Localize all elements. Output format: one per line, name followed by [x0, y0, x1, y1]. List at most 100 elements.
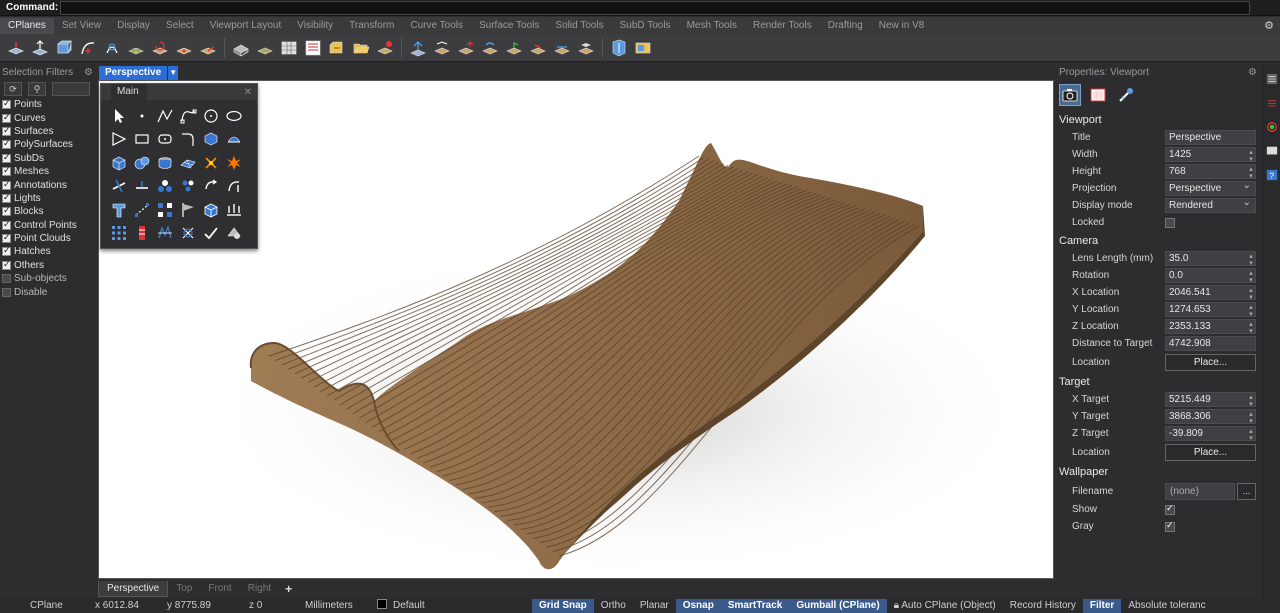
- cplane-world-top-icon[interactable]: [6, 38, 26, 58]
- rectangle-icon[interactable]: [130, 128, 153, 152]
- tab-mesh-tools[interactable]: Mesh Tools: [679, 18, 745, 34]
- layer-status[interactable]: Default: [370, 599, 532, 613]
- flag-icon[interactable]: [176, 198, 199, 222]
- show-checkbox[interactable]: [1165, 503, 1175, 515]
- curve-control-points-icon[interactable]: [176, 104, 199, 128]
- cplane-status[interactable]: CPlane: [0, 599, 88, 613]
- osnap-toggle[interactable]: Osnap: [675, 599, 721, 613]
- checkbox[interactable]: [2, 138, 11, 150]
- cplane-layout-icon[interactable]: [633, 38, 653, 58]
- cplane-origin-icon[interactable]: [174, 38, 194, 58]
- cplane-left-icon[interactable]: [576, 38, 596, 58]
- planar-toggle[interactable]: Planar: [633, 599, 676, 613]
- layer-stack-icon[interactable]: [130, 222, 153, 246]
- cplane-curve-icon[interactable]: [78, 38, 98, 58]
- select-arrow-icon[interactable]: [107, 104, 130, 128]
- tab-visibility[interactable]: Visibility: [289, 18, 341, 34]
- filter-disable[interactable]: Disable: [0, 285, 97, 298]
- cplane-table-icon[interactable]: [279, 38, 299, 58]
- array-icon[interactable]: [130, 198, 153, 222]
- record-history-toggle[interactable]: Record History: [1003, 599, 1083, 613]
- polygon-icon[interactable]: [107, 128, 130, 152]
- viewport-tab-perspective[interactable]: Perspective: [98, 581, 169, 597]
- checkbox[interactable]: [2, 287, 11, 297]
- viewport-tab-right[interactable]: Right: [240, 581, 279, 597]
- sphere-icon[interactable]: [130, 151, 153, 175]
- join-icon[interactable]: [153, 175, 176, 199]
- tab-solid-tools[interactable]: Solid Tools: [547, 18, 611, 34]
- layers-panel-icon[interactable]: [1265, 96, 1279, 110]
- filter-surfaces[interactable]: Surfaces: [0, 125, 97, 138]
- boolean-icon[interactable]: [153, 151, 176, 175]
- gear-icon[interactable]: ⚙: [1264, 19, 1274, 32]
- auto-cplane-toggle[interactable]: 🔒︎ Auto CPlane (Object): [887, 599, 1003, 613]
- projection-select[interactable]: Perspective: [1165, 179, 1256, 196]
- x-target-field[interactable]: 5215.449: [1165, 392, 1256, 407]
- target-place-button[interactable]: Place...: [1165, 443, 1256, 461]
- filter-lights[interactable]: Lights: [0, 192, 97, 205]
- filter-annotations[interactable]: Annotations: [0, 178, 97, 191]
- add-viewport-tab-icon[interactable]: +: [279, 582, 298, 596]
- cplane-bottom-icon[interactable]: [609, 38, 629, 58]
- cplane-to-object-icon[interactable]: [408, 38, 428, 58]
- properties-panel-icon[interactable]: [1265, 72, 1279, 86]
- tab-surface-tools[interactable]: Surface Tools: [471, 18, 547, 34]
- polyline-icon[interactable]: [153, 104, 176, 128]
- z-location-field[interactable]: 2353.133: [1165, 319, 1256, 334]
- render-icon[interactable]: [1115, 84, 1137, 106]
- cplane-3point-icon[interactable]: [126, 38, 146, 58]
- gear-icon[interactable]: ⚙: [84, 67, 93, 78]
- cplane-back-icon[interactable]: [552, 38, 572, 58]
- tab-transform[interactable]: Transform: [341, 18, 402, 34]
- filter-points[interactable]: Points: [0, 98, 97, 111]
- check-icon[interactable]: [199, 222, 222, 246]
- tab-display[interactable]: Display: [109, 18, 158, 34]
- grid-points-icon[interactable]: [107, 222, 130, 246]
- cplane-rotate-icon[interactable]: [150, 38, 170, 58]
- camera-icon[interactable]: [1059, 84, 1081, 106]
- dimension-icon[interactable]: [107, 198, 130, 222]
- gumball-toggle[interactable]: Gumball (CPlane): [789, 599, 887, 613]
- array-grid-icon[interactable]: [153, 198, 176, 222]
- point-icon[interactable]: [130, 104, 153, 128]
- browse-button[interactable]: ...: [1237, 482, 1256, 500]
- extrude-surface-icon[interactable]: [222, 128, 245, 152]
- rotation-field[interactable]: 0.0: [1165, 268, 1256, 283]
- width-field[interactable]: 1425: [1165, 147, 1256, 162]
- cplane-view-icon[interactable]: [231, 38, 251, 58]
- trim-icon[interactable]: [107, 175, 130, 199]
- checkbox[interactable]: [2, 232, 11, 244]
- height-field[interactable]: 768: [1165, 164, 1256, 179]
- filter-meshes[interactable]: Meshes: [0, 165, 97, 178]
- save-cplane-icon[interactable]: [327, 38, 347, 58]
- checkbox[interactable]: [2, 125, 11, 136]
- filter-hatches[interactable]: Hatches: [0, 245, 97, 258]
- distance-to-target-field[interactable]: 4742.908: [1165, 336, 1256, 351]
- analyze-icon[interactable]: [222, 222, 245, 246]
- cplane-elevation-icon[interactable]: [30, 38, 50, 58]
- tab-new-in-v8[interactable]: New in V8: [871, 18, 933, 34]
- viewport-title[interactable]: Perspective: [99, 66, 168, 80]
- explode-icon[interactable]: [199, 151, 222, 175]
- group-icon[interactable]: [176, 175, 199, 199]
- filter-blocks[interactable]: Blocks: [0, 205, 97, 218]
- named-cplane-icon[interactable]: [303, 38, 323, 58]
- tab-viewport-layout[interactable]: Viewport Layout: [202, 18, 290, 34]
- checkbox[interactable]: [2, 259, 11, 270]
- display-icon[interactable]: [1087, 84, 1109, 106]
- cplane-grid-settings-icon[interactable]: [375, 38, 395, 58]
- chevron-down-icon[interactable]: ▼: [168, 66, 179, 80]
- cplane-grid-icon[interactable]: [255, 38, 275, 58]
- ellipse-icon[interactable]: [222, 104, 245, 128]
- box-icon[interactable]: [107, 151, 130, 175]
- tab-drafting[interactable]: Drafting: [820, 18, 871, 34]
- units-status[interactable]: Millimeters: [298, 599, 370, 613]
- circle-icon[interactable]: [199, 104, 222, 128]
- open-cplane-icon[interactable]: [351, 38, 371, 58]
- camera-place-button[interactable]: Place...: [1165, 353, 1256, 371]
- checkbox[interactable]: [2, 219, 11, 230]
- help-panel-icon[interactable]: ?: [1265, 168, 1279, 182]
- tab-render-tools[interactable]: Render Tools: [745, 18, 820, 34]
- filter-search-input[interactable]: [52, 82, 90, 96]
- gray-checkbox[interactable]: [1165, 520, 1175, 532]
